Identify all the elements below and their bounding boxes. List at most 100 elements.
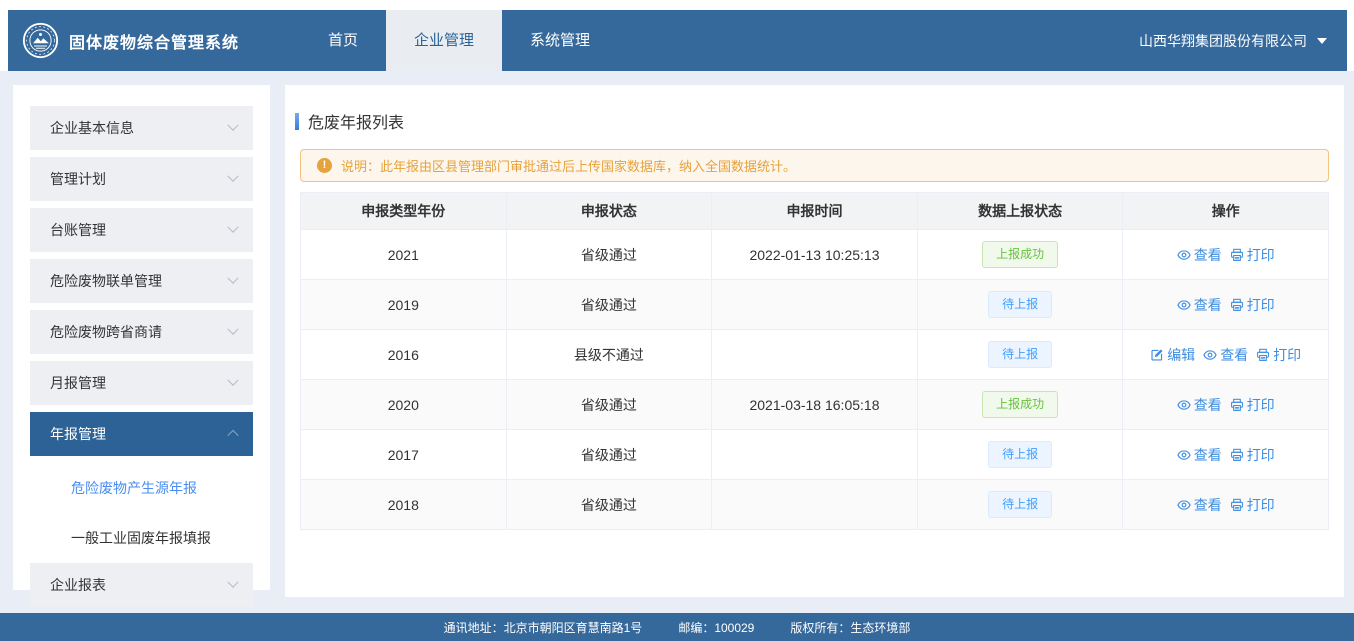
edit-link[interactable]: 编辑 (1150, 345, 1195, 365)
cell-actions: 查看 打印 (1123, 430, 1329, 480)
eye-icon (1177, 298, 1191, 312)
sidebar-item-6[interactable]: 年报管理 (30, 412, 253, 456)
print-label: 打印 (1247, 445, 1275, 465)
cell-year: 2017 (301, 430, 507, 480)
sidebar-item-3[interactable]: 危险废物联单管理 (30, 259, 253, 303)
nav-tabs: 首页企业管理系统管理 (300, 10, 618, 71)
top-navbar: 固体废物综合管理系统 首页企业管理系统管理 山西华翔集团股份有限公司 (8, 10, 1347, 71)
sidebar-item-label: 管理计划 (50, 169, 106, 189)
footer-postcode: 邮编：100029 (678, 619, 754, 636)
upload-status-badge: 待上报 (988, 441, 1052, 467)
print-label: 打印 (1247, 245, 1275, 265)
view-label: 查看 (1194, 395, 1222, 415)
column-header-4: 操作 (1123, 193, 1329, 230)
cell-actions: 查看打印 (1123, 480, 1329, 530)
cell-declare-status: 省级通过 (506, 480, 712, 530)
cell-year: 2021 (301, 230, 507, 280)
sidebar-item-label: 月报管理 (50, 373, 106, 393)
sidebar-subitem-7[interactable]: 危险废物产生源年报 (13, 463, 270, 513)
cell-actions: 查看 打印 (1123, 230, 1329, 280)
column-header-1: 申报状态 (506, 193, 712, 230)
eye-icon (1203, 348, 1217, 362)
sidebar-item-9[interactable]: 企业报表 (30, 563, 253, 607)
upload-status-badge: 上报成功 (982, 391, 1058, 417)
cell-year: 2019 (301, 280, 507, 330)
view-link[interactable]: 查看 (1177, 495, 1222, 515)
sidebar-item-5[interactable]: 月报管理 (30, 361, 253, 405)
cell-actions: 查看 打印 (1123, 380, 1329, 430)
print-link[interactable]: 打印 (1230, 245, 1275, 265)
upload-status-badge: 待上报 (988, 291, 1052, 317)
table-header-row: 申报类型年份申报状态申报时间数据上报状态操作 (301, 193, 1329, 230)
cell-year: 2020 (301, 380, 507, 430)
sidebar-item-label: 危险废物跨省商请 (50, 322, 162, 342)
table-row: 2016县级不通过待上报编辑查看打印 (301, 330, 1329, 380)
company-dropdown[interactable]: 山西华翔集团股份有限公司 (1139, 10, 1347, 71)
chevron-down-icon (227, 120, 238, 131)
page-footer: 通讯地址：北京市朝阳区育慧南路1号 邮编：100029 版权所有：生态环境部 (0, 613, 1354, 641)
edit-icon (1150, 348, 1164, 362)
view-link[interactable]: 查看 (1177, 245, 1222, 265)
nav-tab-0[interactable]: 首页 (300, 10, 386, 71)
printer-icon (1256, 348, 1270, 362)
notice-banner: ! 说明：此年报由区县管理部门审批通过后上传国家数据库，纳入全国数据统计。 (300, 149, 1329, 182)
sidebar-item-1[interactable]: 管理计划 (30, 157, 253, 201)
cell-declare-status: 省级通过 (506, 280, 712, 330)
print-label: 打印 (1247, 395, 1275, 415)
brand: 固体废物综合管理系统 (8, 10, 300, 71)
print-label: 打印 (1273, 345, 1301, 365)
cell-upload-status: 上报成功 (917, 230, 1123, 280)
print-link[interactable]: 打印 (1230, 395, 1275, 415)
view-link[interactable]: 查看 (1177, 295, 1222, 315)
sidebar-item-label: 台账管理 (50, 220, 106, 240)
cell-declare-status: 省级通过 (506, 230, 712, 280)
printer-icon (1230, 248, 1244, 262)
upload-status-badge: 待上报 (988, 491, 1052, 517)
eye-icon (1177, 498, 1191, 512)
table-row: 2017省级通过待上报查看打印 (301, 430, 1329, 480)
cell-actions: 编辑 查看 打印 (1123, 330, 1329, 380)
view-label: 查看 (1220, 345, 1248, 365)
annual-report-table-wrap: 申报类型年份申报状态申报时间数据上报状态操作 2021省级通过2022-01-1… (300, 192, 1329, 530)
chevron-down-icon (227, 171, 238, 182)
print-label: 打印 (1247, 295, 1275, 315)
page-title-text: 危废年报列表 (308, 109, 404, 133)
chevron-down-icon (227, 222, 238, 233)
table-row: 2020省级通过2021-03-18 16:05:18上报成功查看打印 (301, 380, 1329, 430)
view-label: 查看 (1194, 245, 1222, 265)
cell-year: 2016 (301, 330, 507, 380)
view-link[interactable]: 查看 (1203, 345, 1248, 365)
cell-declare-time: 2021-03-18 16:05:18 (712, 380, 918, 430)
annual-report-table: 申报类型年份申报状态申报时间数据上报状态操作 2021省级通过2022-01-1… (300, 192, 1329, 530)
sidebar-item-4[interactable]: 危险废物跨省商请 (30, 310, 253, 354)
sidebar-item-label: 企业报表 (50, 575, 106, 595)
page-body: 企业基本信息管理计划台账管理危险废物联单管理危险废物跨省商请月报管理年报管理危险… (0, 71, 1354, 613)
print-link[interactable]: 打印 (1230, 445, 1275, 465)
footer-address: 通讯地址：北京市朝阳区育慧南路1号 (444, 619, 643, 636)
printer-icon (1230, 448, 1244, 462)
view-link[interactable]: 查看 (1177, 395, 1222, 415)
sidebar-item-0[interactable]: 企业基本信息 (30, 106, 253, 150)
sidebar-subitem-8[interactable]: 一般工业固废年报填报 (13, 513, 270, 563)
eye-icon (1177, 448, 1191, 462)
print-link[interactable]: 打印 (1256, 345, 1301, 365)
column-header-2: 申报时间 (712, 193, 918, 230)
cell-year: 2018 (301, 480, 507, 530)
upload-status-badge: 待上报 (988, 341, 1052, 367)
print-link[interactable]: 打印 (1230, 295, 1275, 315)
print-link[interactable]: 打印 (1230, 495, 1275, 515)
notice-text: 说明：此年报由区县管理部门审批通过后上传国家数据库，纳入全国数据统计。 (341, 156, 796, 175)
chevron-down-icon (227, 375, 238, 386)
sidebar-item-label: 危险废物联单管理 (50, 271, 162, 291)
sidebar-menu: 企业基本信息管理计划台账管理危险废物联单管理危险废物跨省商请月报管理年报管理危险… (13, 85, 270, 590)
cell-declare-time (712, 430, 918, 480)
app-title: 固体废物综合管理系统 (69, 29, 239, 53)
sidebar-item-2[interactable]: 台账管理 (30, 208, 253, 252)
nav-tab-2[interactable]: 系统管理 (502, 10, 618, 71)
mee-emblem-icon (22, 22, 59, 59)
table-body: 2021省级通过2022-01-13 10:25:13上报成功查看打印2019省… (301, 230, 1329, 530)
nav-tab-1[interactable]: 企业管理 (386, 10, 502, 71)
cell-upload-status: 待上报 (917, 280, 1123, 330)
upload-status-badge: 上报成功 (982, 241, 1058, 267)
view-link[interactable]: 查看 (1177, 445, 1222, 465)
